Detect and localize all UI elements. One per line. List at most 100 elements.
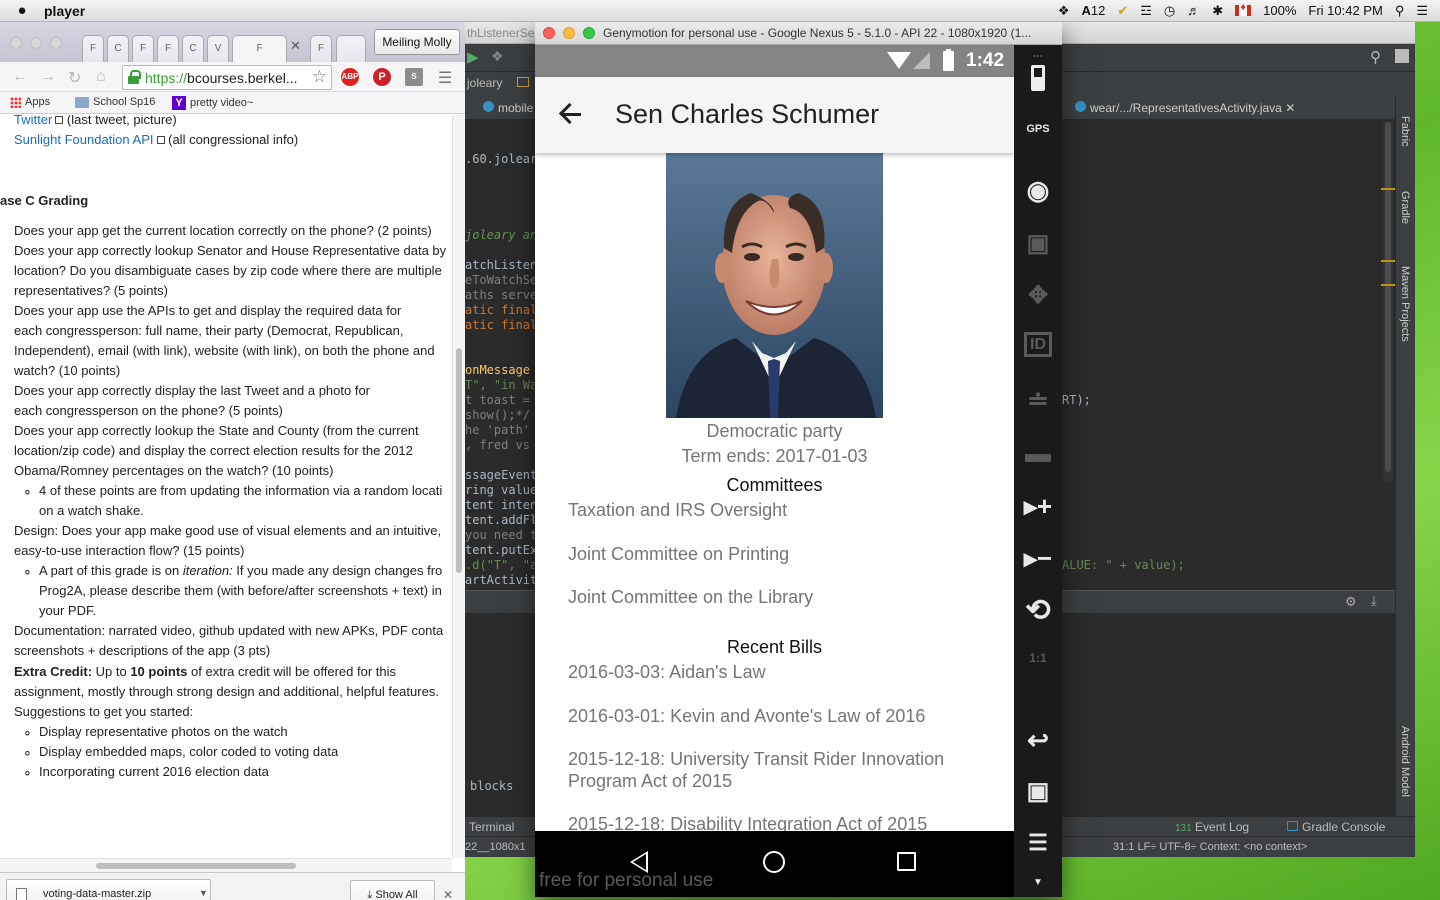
address-bar[interactable]: https://bcourses.berkel... ☆: [122, 65, 332, 90]
menu-icon[interactable]: ☰: [1014, 830, 1062, 856]
scrollbar-thumb[interactable]: [456, 348, 462, 573]
bookmark-school-folder[interactable]: School Sp16: [75, 96, 155, 108]
browser-tab[interactable]: C: [182, 35, 204, 62]
bluetooth-icon[interactable]: ✱: [1212, 3, 1223, 19]
sdk-manager-icon[interactable]: [1395, 49, 1409, 63]
committee-item[interactable]: Joint Committee on the Library: [568, 587, 813, 608]
chevron-down-icon[interactable]: ▼: [199, 888, 208, 898]
nav-recents-icon[interactable]: [897, 852, 916, 871]
bill-item[interactable]: 2015-12-18: Disability Integration Act o…: [568, 814, 927, 831]
close-icon[interactable]: ✕: [1285, 101, 1295, 115]
gps-widget-icon[interactable]: GPS: [1014, 123, 1062, 135]
window-zoom-button[interactable]: [50, 37, 62, 49]
committee-item[interactable]: Joint Committee on Printing: [568, 544, 789, 565]
window-close-button[interactable]: [10, 37, 22, 49]
input-method-indicator[interactable]: A12: [1081, 3, 1105, 18]
browser-tab[interactable]: F: [310, 35, 332, 62]
sunlight-link[interactable]: Sunlight Foundation API: [14, 132, 154, 147]
browser-tab[interactable]: C: [107, 35, 129, 62]
warning-marker[interactable]: [1381, 260, 1395, 262]
editor-scrollbar[interactable]: [1383, 122, 1393, 482]
rss-icon[interactable]: ≐: [1014, 385, 1062, 416]
page-vertical-scrollbar[interactable]: [452, 115, 465, 858]
hide-icon[interactable]: ⤓: [1371, 593, 1377, 609]
clock[interactable]: Fri 10:42 PM: [1308, 3, 1382, 18]
committee-item[interactable]: Taxation and IRS Oversight: [568, 500, 787, 521]
window-zoom-button[interactable]: [583, 27, 595, 39]
editor-tab-wear[interactable]: wear/.../RepresentativesActivity.java ✕: [1075, 101, 1295, 115]
notification-center-icon[interactable]: ☰: [1416, 3, 1428, 19]
app-menu-name[interactable]: player: [44, 3, 85, 19]
scrollbar-thumb[interactable]: [96, 863, 296, 869]
sidebar-tab-fabric[interactable]: Fabric: [1399, 116, 1411, 147]
wifi-icon[interactable]: ☲: [1140, 3, 1152, 19]
search-icon[interactable]: ⚲: [1370, 48, 1381, 66]
debug-icon[interactable]: ❖: [491, 48, 504, 65]
bookmark-star-icon[interactable]: ☆: [312, 67, 327, 87]
pinterest-icon[interactable]: P: [373, 68, 391, 86]
terminal-tab[interactable]: Terminal: [469, 820, 514, 834]
extension-icon[interactable]: S: [405, 68, 423, 86]
window-close-button[interactable]: [543, 27, 555, 39]
capture-icon[interactable]: ▣: [1014, 229, 1062, 258]
bookmark-apps[interactable]: Apps: [10, 96, 50, 108]
show-all-downloads-button[interactable]: ⤓ Show All: [350, 880, 435, 900]
forward-button[interactable]: →: [40, 68, 56, 86]
editor-tab-mobile[interactable]: mobile: [483, 101, 533, 115]
bookmark-pretty-video[interactable]: Ypretty video~: [172, 96, 253, 110]
apple-menu-icon[interactable]: ●: [0, 2, 44, 19]
volume-up-icon[interactable]: ▸+: [1014, 491, 1062, 522]
spotlight-search-icon[interactable]: ⚲: [1395, 3, 1405, 19]
profile-button[interactable]: Meiling Molly: [374, 29, 460, 55]
representative-detail[interactable]: Democratic party Term ends: 2017-01-03 C…: [535, 153, 1014, 831]
pixel-perfect-icon[interactable]: 1:1: [1014, 651, 1062, 665]
browser-tab-active[interactable]: F: [232, 35, 287, 62]
gear-icon[interactable]: ⚙: [1345, 594, 1357, 610]
download-item[interactable]: voting-data-master.zip ▼: [6, 879, 211, 900]
browser-tab[interactable]: V: [207, 35, 229, 62]
time-machine-icon[interactable]: ◷: [1164, 3, 1175, 19]
window-minimize-button[interactable]: [30, 37, 42, 49]
volume-down-icon[interactable]: ▸−: [1014, 543, 1062, 574]
window-minimize-button[interactable]: [563, 27, 575, 39]
scrollbar-thumb[interactable]: [1385, 122, 1391, 472]
bill-item-continued[interactable]: Program Act of 2015: [568, 771, 732, 792]
sidebar-tab-gradle[interactable]: Gradle: [1399, 191, 1411, 224]
back-button[interactable]: ←: [12, 68, 28, 86]
home-button[interactable]: ⌂: [96, 68, 106, 86]
canada-flag-icon[interactable]: [1235, 2, 1252, 16]
warning-marker[interactable]: [1381, 284, 1395, 286]
dropbox-icon[interactable]: ❖: [1058, 3, 1070, 19]
back-arrow-icon[interactable]: [559, 99, 587, 129]
dpad-icon[interactable]: ✥: [1014, 281, 1062, 310]
bill-item[interactable]: 2016-03-03: Aidan's Law: [568, 662, 766, 683]
back-icon[interactable]: ↩: [1014, 725, 1062, 756]
browser-tab[interactable]: F: [82, 35, 104, 62]
browser-tab[interactable]: F: [132, 35, 154, 62]
adblock-plus-icon[interactable]: ABP: [341, 68, 359, 86]
sms-icon[interactable]: ▬: [1014, 438, 1062, 469]
event-log-tab[interactable]: 131 Event Log: [1175, 820, 1249, 834]
battery-widget-icon[interactable]: [1014, 65, 1062, 96]
nav-home-icon[interactable]: [763, 851, 785, 873]
volume-icon[interactable]: ♬: [1187, 3, 1200, 18]
device-id-icon[interactable]: ID: [1014, 332, 1062, 357]
webcam-icon[interactable]: ◉: [1014, 175, 1062, 206]
chrome-menu-icon[interactable]: ☰: [438, 68, 452, 88]
battery-percent[interactable]: 100%: [1263, 3, 1296, 18]
new-tab-button[interactable]: [336, 35, 366, 62]
reload-button[interactable]: ↻: [68, 68, 81, 88]
bill-item[interactable]: 2015-12-18: University Transit Rider Inn…: [568, 749, 944, 770]
tab-close-icon[interactable]: ✕: [290, 38, 301, 54]
run-icon[interactable]: ▶: [467, 48, 479, 66]
close-icon[interactable]: ✕: [443, 888, 453, 900]
sidebar-tab-maven[interactable]: Maven Projects: [1399, 266, 1411, 342]
sidebar-tab-android-model[interactable]: Android Model: [1399, 726, 1411, 797]
recent-apps-icon[interactable]: ▣: [1014, 777, 1062, 806]
checkmark-icon[interactable]: ✔: [1117, 3, 1128, 19]
gradle-console-tab[interactable]: Gradle Console: [1287, 820, 1385, 834]
browser-tab[interactable]: F: [157, 35, 179, 62]
more-chevron-icon[interactable]: ▼: [1014, 877, 1062, 888]
page-horizontal-scrollbar[interactable]: [0, 858, 452, 872]
warning-marker[interactable]: [1381, 188, 1395, 190]
